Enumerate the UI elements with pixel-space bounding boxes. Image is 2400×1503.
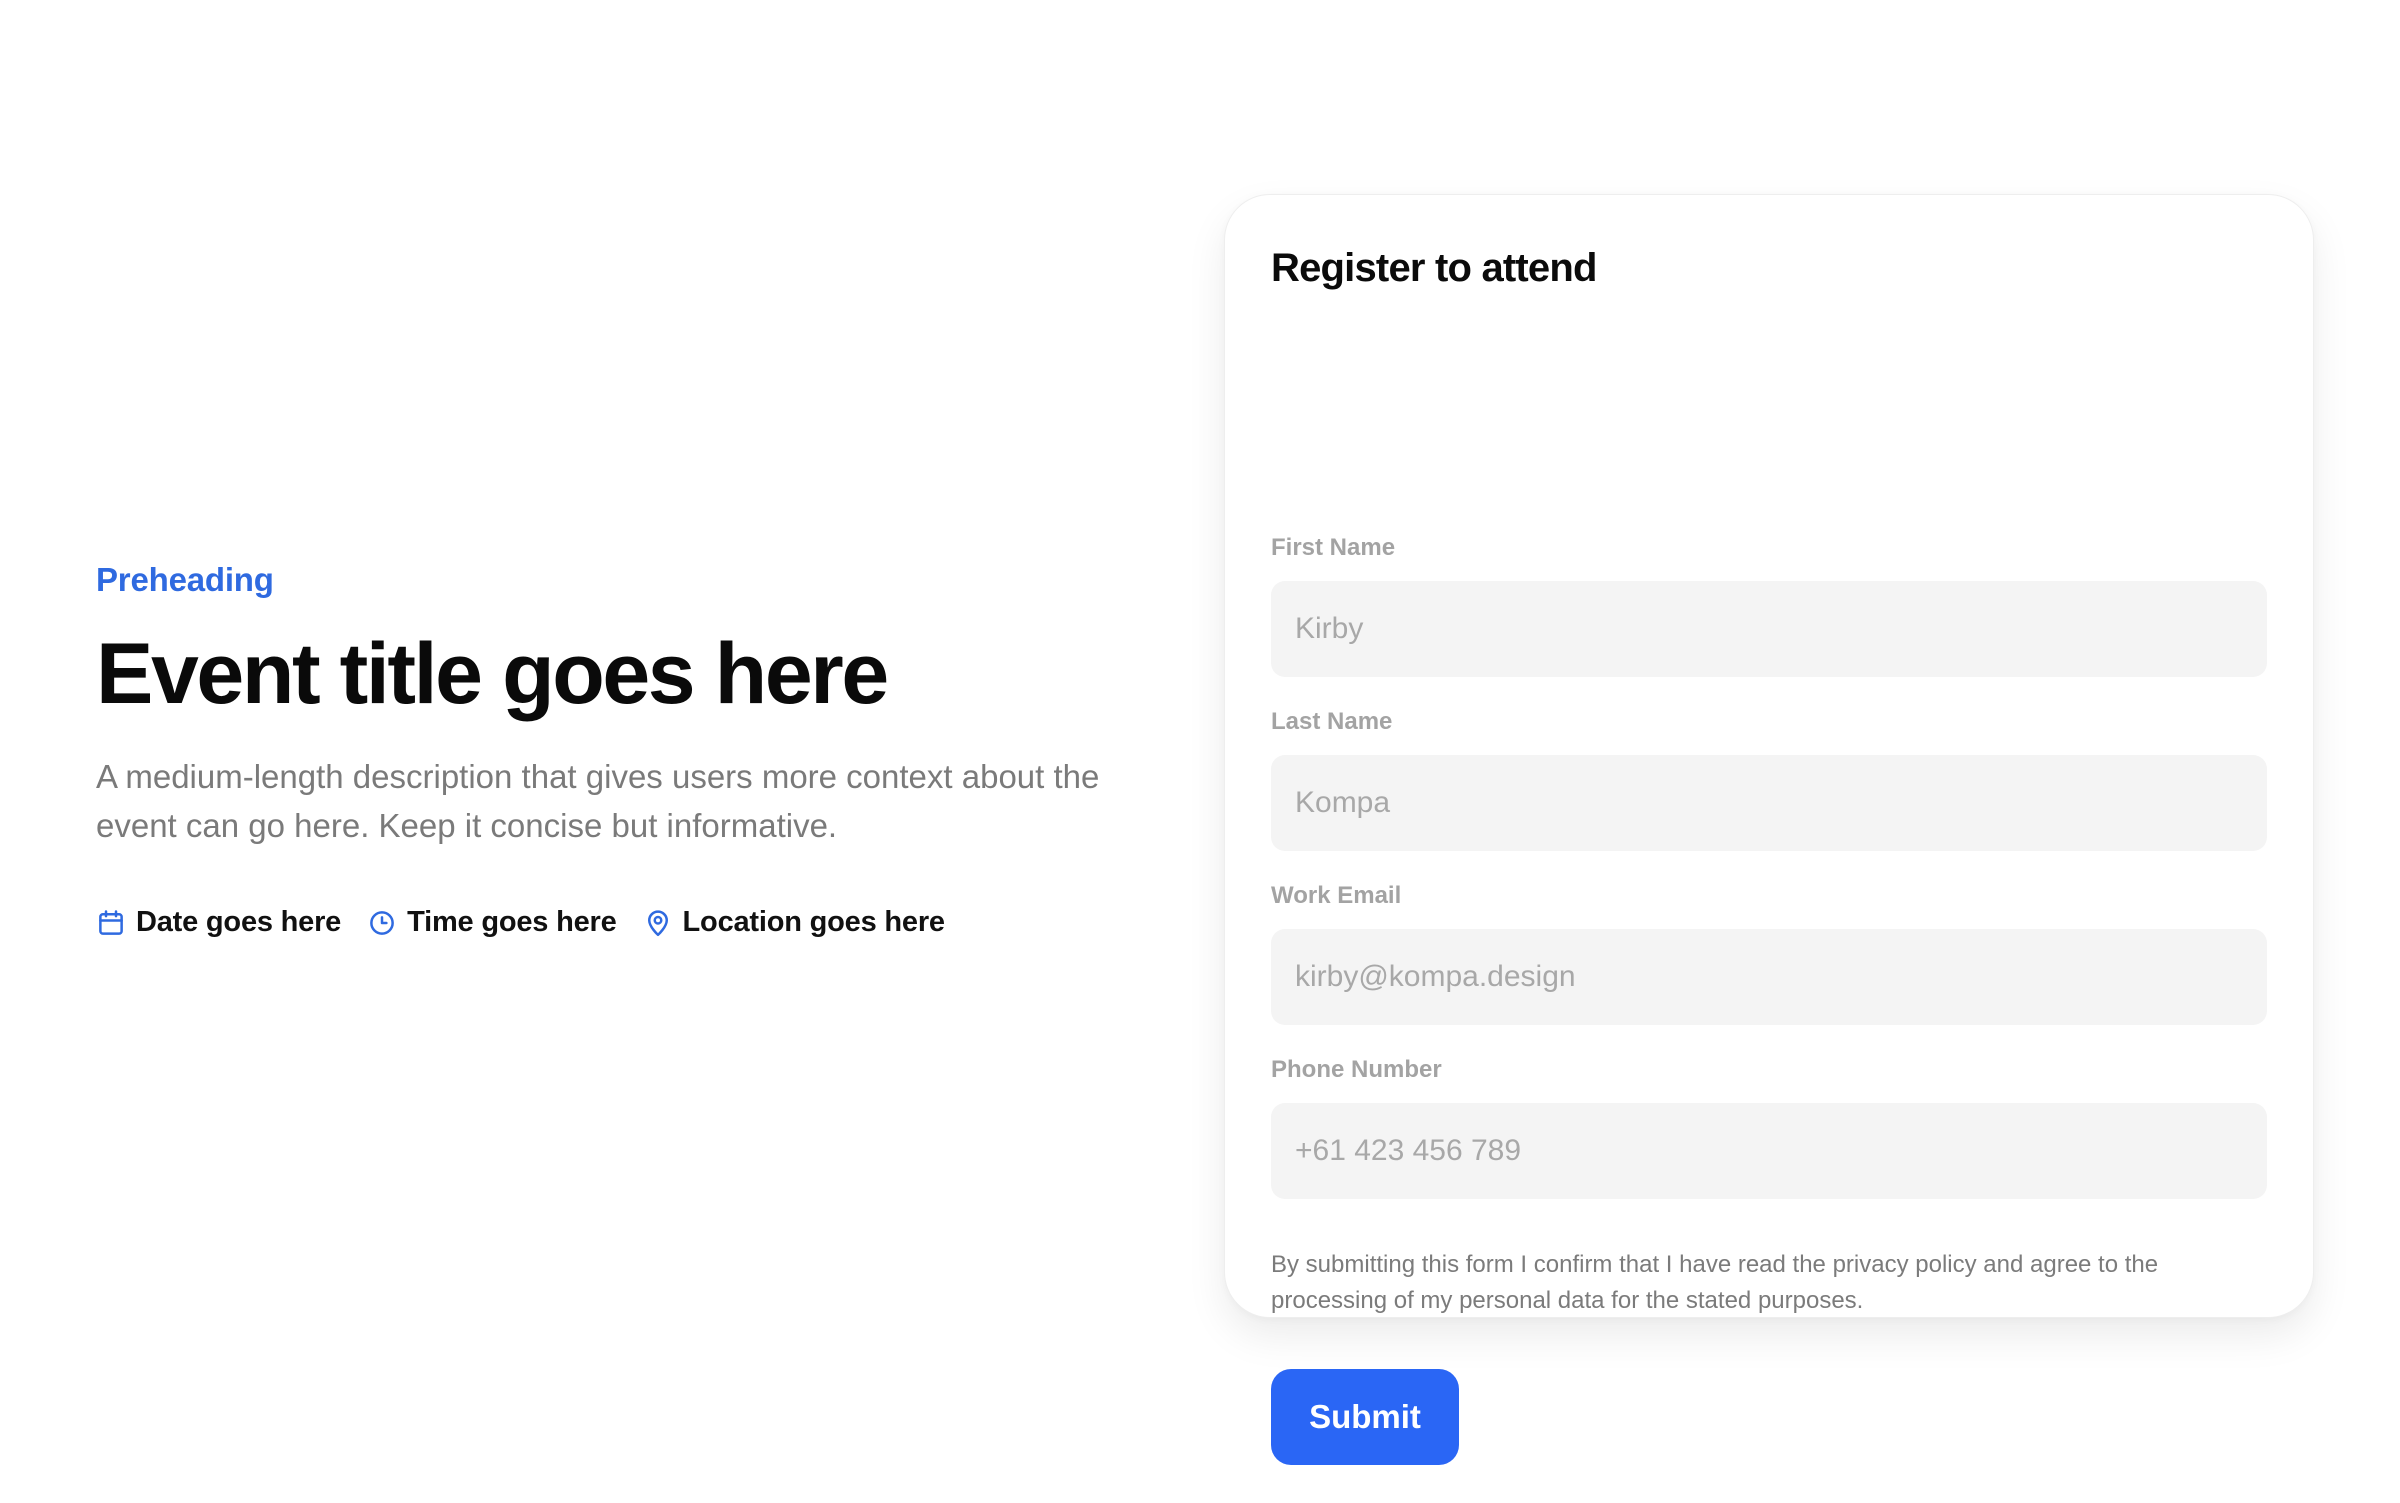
first-name-label: First Name [1271, 534, 1396, 561]
work-email-label: Work Email [1271, 882, 1402, 909]
event-title: Event title goes here [96, 626, 889, 722]
map-pin-icon [643, 908, 673, 938]
last-name-field-group: Last Name [1271, 707, 2267, 851]
phone-number-field-group: Phone Number [1271, 1055, 2267, 1199]
calendar-icon [96, 908, 126, 938]
work-email-field-group: Work Email [1271, 881, 2267, 1025]
registration-form-card: Register to attend First Name Last Name … [1224, 194, 2314, 1465]
event-location-label: Location goes here [682, 906, 945, 938]
first-name-field-group: First Name [1271, 533, 2267, 677]
phone-number-input[interactable] [1271, 1103, 2267, 1199]
work-email-input[interactable] [1271, 929, 2267, 1025]
consent-text: By submitting this form I confirm that I… [1271, 1251, 2159, 1314]
first-name-input[interactable] [1271, 581, 2267, 677]
preheading: Preheading [96, 561, 274, 598]
event-date: Date goes here [96, 906, 341, 939]
last-name-label: Last Name [1271, 708, 1393, 735]
clock-icon [367, 908, 397, 938]
last-name-input[interactable] [1271, 755, 2267, 851]
event-meta: Date goes here Time goes here Location g… [96, 906, 1136, 939]
event-time-label: Time goes here [407, 906, 617, 938]
submit-button[interactable]: Submit [1271, 1369, 1459, 1465]
phone-number-label: Phone Number [1271, 1056, 1442, 1083]
event-hero: Preheading Event title goes here A mediu… [96, 560, 1136, 939]
event-location: Location goes here [643, 906, 945, 939]
event-description: A medium-length description that gives u… [96, 758, 1100, 844]
event-time: Time goes here [367, 906, 617, 939]
event-date-label: Date goes here [136, 906, 342, 938]
form-title: Register to attend [1271, 246, 1597, 290]
